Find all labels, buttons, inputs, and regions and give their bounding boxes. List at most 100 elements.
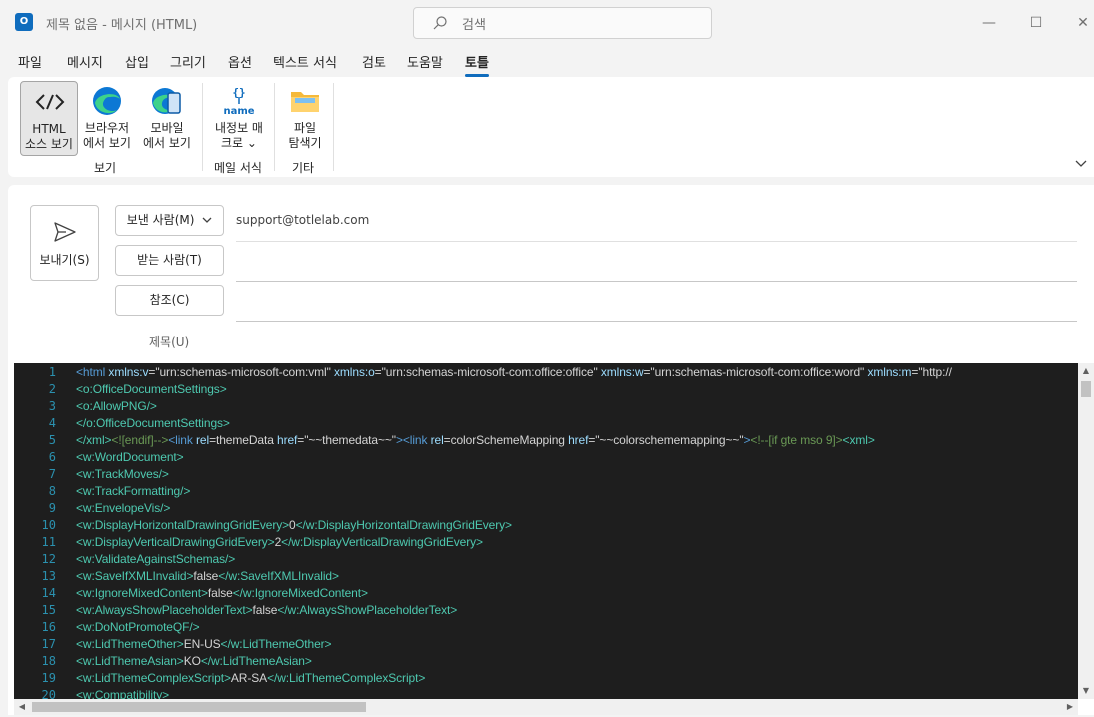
line-number: 18 bbox=[41, 654, 56, 668]
send-button[interactable]: 보내기(S) bbox=[30, 205, 99, 281]
send-label: 보내기(S) bbox=[39, 253, 90, 267]
line-number: 8 bbox=[48, 484, 56, 498]
code-text: <html xmlns:v="urn:schemas-microsoft-com… bbox=[76, 365, 952, 379]
code-text: <w:IgnoreMixedContent>false</w:IgnoreMix… bbox=[76, 586, 368, 600]
scroll-down-icon[interactable]: ▼ bbox=[1078, 683, 1094, 699]
ribbon: HTML 소스 보기 브라우저 에서 보기 모바일 에서 보기 {} name … bbox=[8, 77, 1094, 177]
line-number: 9 bbox=[48, 501, 56, 515]
vertical-scroll-thumb[interactable] bbox=[1081, 381, 1091, 397]
window-title: 제목 없음 - 메시지 (HTML) bbox=[46, 18, 198, 33]
html-source-editor[interactable]: 1 <html xmlns:v="urn:schemas-microsoft-co… bbox=[14, 363, 1078, 699]
subject-label: 제목(U) bbox=[149, 335, 190, 349]
line-number: 12 bbox=[41, 552, 56, 566]
tab-draw[interactable]: 그리기 bbox=[170, 52, 206, 71]
maximize-button[interactable]: ☐ bbox=[1022, 9, 1050, 37]
code-icon bbox=[35, 94, 65, 110]
file-explorer-button[interactable]: 파일 탐색기 bbox=[276, 81, 334, 156]
ribbon-divider bbox=[202, 83, 203, 171]
file-explorer-label: 파일 탐색기 bbox=[288, 121, 322, 150]
svg-text:name: name bbox=[223, 106, 254, 117]
horizontal-scrollbar[interactable]: ◀ ▶ bbox=[14, 699, 1078, 715]
line-number: 6 bbox=[48, 450, 56, 464]
chevron-down-icon bbox=[202, 217, 212, 223]
menu-tabs: 파일 메시지 삽입 그리기 옵션 텍스트 서식 검토 도움말 토틀 bbox=[0, 46, 1094, 77]
code-text: </o:OfficeDocumentSettings> bbox=[76, 416, 230, 430]
code-text: <w:TrackMoves/> bbox=[76, 467, 169, 481]
line-number: 15 bbox=[41, 603, 56, 617]
tab-message[interactable]: 메시지 bbox=[67, 52, 103, 71]
ribbon-divider bbox=[274, 83, 275, 171]
tab-totle[interactable]: 토틀 bbox=[465, 52, 489, 77]
line-number: 10 bbox=[41, 518, 56, 532]
line-number: 19 bbox=[41, 671, 56, 685]
tab-review[interactable]: 검토 bbox=[362, 52, 386, 71]
line-number: 2 bbox=[48, 382, 56, 396]
code-text: </xml><![endif]--><link rel=themeData hr… bbox=[76, 433, 875, 447]
from-underline bbox=[236, 241, 1077, 242]
line-number: 1 bbox=[48, 365, 56, 379]
search-input[interactable]: 검색 bbox=[413, 7, 712, 39]
from-button[interactable]: 보낸 사람(M) bbox=[115, 205, 224, 236]
chevron-down-icon[interactable] bbox=[1074, 157, 1088, 171]
line-number: 3 bbox=[48, 399, 56, 413]
ribbon-divider bbox=[333, 83, 334, 171]
code-text: <w:ValidateAgainstSchemas/> bbox=[76, 552, 236, 566]
search-placeholder: 검색 bbox=[462, 18, 486, 33]
group-label-mail-format: 메일 서식 bbox=[214, 161, 262, 175]
tab-format-text[interactable]: 텍스트 서식 bbox=[273, 52, 337, 71]
outlook-icon: O bbox=[15, 13, 37, 31]
from-label: 보낸 사람(M) bbox=[126, 213, 195, 227]
line-number: 5 bbox=[48, 433, 56, 447]
code-text: <w:DisplayVerticalDrawingGridEvery>2</w:… bbox=[76, 535, 483, 549]
line-number: 16 bbox=[41, 620, 56, 634]
mobile-view-button[interactable]: 모바일 에서 보기 bbox=[138, 81, 196, 156]
tab-file[interactable]: 파일 bbox=[18, 52, 42, 71]
mobile-edge-icon bbox=[152, 88, 181, 114]
html-source-button[interactable]: HTML 소스 보기 bbox=[20, 81, 78, 156]
code-text: <w:Compatibility> bbox=[76, 688, 170, 699]
group-label-other: 기타 bbox=[292, 161, 315, 175]
code-text: <w:EnvelopeVis/> bbox=[76, 501, 171, 515]
line-number: 7 bbox=[48, 467, 56, 481]
scroll-up-icon[interactable]: ▲ bbox=[1078, 363, 1094, 379]
to-input[interactable] bbox=[236, 281, 1077, 282]
line-number: 11 bbox=[41, 535, 56, 549]
from-address: support@totlelab.com bbox=[236, 213, 370, 227]
scroll-right-icon[interactable]: ▶ bbox=[1062, 699, 1078, 715]
close-button[interactable]: ✕ bbox=[1069, 9, 1094, 37]
code-text: <w:SaveIfXMLInvalid>false</w:SaveIfXMLIn… bbox=[76, 569, 339, 583]
code-text: <w:LidThemeComplexScript>AR-SA</w:LidThe… bbox=[76, 671, 426, 685]
send-icon bbox=[54, 222, 76, 242]
tab-options[interactable]: 옵션 bbox=[228, 52, 252, 71]
code-text: <o:AllowPNG/> bbox=[76, 399, 157, 413]
to-button[interactable]: 받는 사람(T) bbox=[115, 245, 224, 276]
minimize-button[interactable]: — bbox=[975, 9, 1003, 37]
code-text: <w:DoNotPromoteQF/> bbox=[76, 620, 200, 634]
code-text: <w:AlwaysShowPlaceholderText>false</w:Al… bbox=[76, 603, 458, 617]
search-icon bbox=[433, 16, 447, 30]
line-number: 14 bbox=[41, 586, 56, 600]
tab-insert[interactable]: 삽입 bbox=[125, 52, 149, 71]
name-macro-button[interactable]: {} name 내정보 매 크로 ⌄ bbox=[210, 81, 268, 156]
group-label-view: 보기 bbox=[94, 161, 117, 175]
code-text: <w:WordDocument> bbox=[76, 450, 184, 464]
title-bar: O 제목 없음 - 메시지 (HTML) 검색 — ☐ ✕ bbox=[0, 0, 1094, 46]
code-text: <w:DisplayHorizontalDrawingGridEvery>0</… bbox=[76, 518, 512, 532]
mobile-view-label: 모바일 에서 보기 bbox=[143, 121, 191, 150]
vertical-scrollbar[interactable]: ▲ ▼ bbox=[1078, 363, 1094, 699]
cc-input[interactable] bbox=[236, 321, 1077, 322]
folder-icon bbox=[291, 92, 319, 112]
cc-button[interactable]: 참조(C) bbox=[115, 285, 224, 316]
tab-help[interactable]: 도움말 bbox=[407, 52, 443, 71]
html-source-label: HTML 소스 보기 bbox=[25, 122, 73, 151]
edge-icon bbox=[93, 87, 121, 115]
name-macro-icon: {} name bbox=[223, 86, 254, 117]
horizontal-scroll-thumb[interactable] bbox=[32, 702, 366, 712]
line-number: 13 bbox=[41, 569, 56, 583]
browser-view-button[interactable]: 브라우저 에서 보기 bbox=[78, 81, 136, 156]
code-text: <w:LidThemeAsian>KO</w:LidThemeAsian> bbox=[76, 654, 312, 668]
line-number: 20 bbox=[41, 688, 56, 699]
scroll-left-icon[interactable]: ◀ bbox=[14, 699, 30, 715]
code-text: <w:LidThemeOther>EN-US</w:LidThemeOther> bbox=[76, 637, 332, 651]
line-number: 4 bbox=[48, 416, 56, 430]
